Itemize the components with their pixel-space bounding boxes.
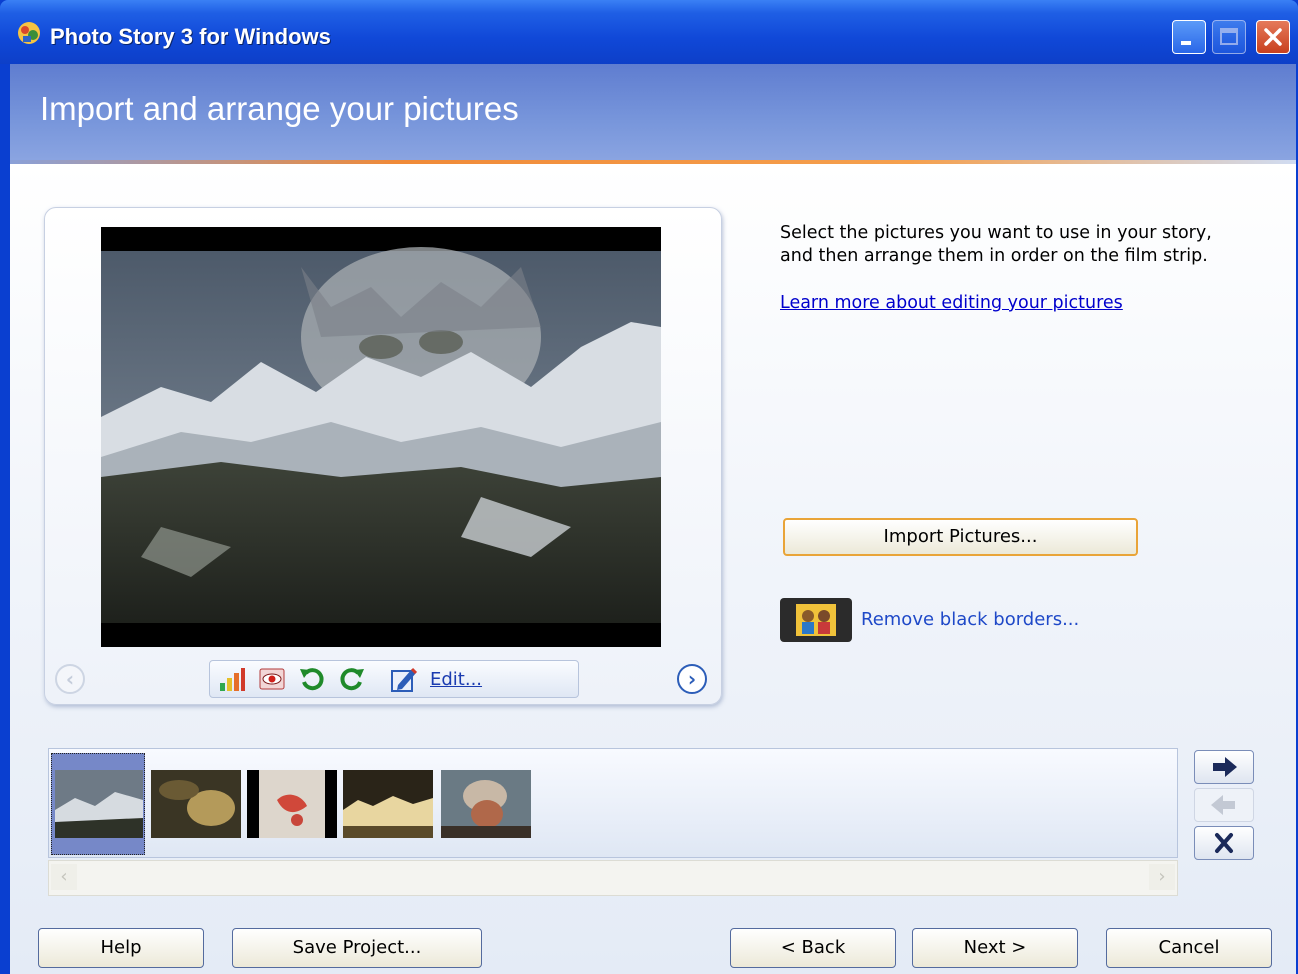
maximize-button[interactable]: [1212, 20, 1246, 54]
remove-black-borders-link[interactable]: Remove black borders...: [861, 609, 1079, 630]
red-eye-icon[interactable]: [258, 665, 286, 693]
auto-correct-icon[interactable]: [218, 665, 246, 693]
close-icon: [1264, 28, 1282, 46]
rotate-right-icon[interactable]: [338, 665, 366, 693]
scroll-left-icon[interactable]: ‹: [51, 864, 77, 890]
page-header: Import and arrange your pictures: [10, 64, 1296, 160]
thumbnail-red-paint-on-rock[interactable]: [247, 770, 337, 838]
photo-story-app-icon: [18, 22, 40, 44]
arrow-right-icon: [1213, 757, 1237, 777]
page-title: Import and arrange your pictures: [40, 90, 519, 127]
window-title: Photo Story 3 for Windows: [50, 24, 331, 49]
preview-image: [101, 227, 661, 647]
save-project-button[interactable]: Save Project...: [232, 928, 482, 968]
film-strip-scrollbar[interactable]: ‹ ›: [48, 860, 1178, 896]
back-button[interactable]: < Back: [730, 928, 896, 968]
chevron-right-icon: ›: [687, 667, 697, 691]
learn-more-link[interactable]: Learn more about editing your pictures: [780, 293, 1123, 313]
title-bar[interactable]: Photo Story 3 for Windows: [0, 0, 1298, 64]
wizard-content: Import and arrange your pictures ‹ Edit.…: [10, 64, 1296, 974]
minimize-button[interactable]: [1172, 20, 1206, 54]
next-picture-button[interactable]: ›: [677, 664, 707, 694]
thumbnail-ruins-landscape[interactable]: [343, 770, 433, 838]
help-button[interactable]: Help: [38, 928, 204, 968]
move-picture-right-button[interactable]: [1194, 750, 1254, 784]
thumbnail-traveler-portrait[interactable]: [441, 770, 531, 838]
cancel-button[interactable]: Cancel: [1106, 928, 1272, 968]
arrow-left-icon: [1211, 795, 1235, 815]
move-picture-left-button[interactable]: [1194, 788, 1254, 822]
previous-picture-button[interactable]: ‹: [55, 664, 85, 694]
import-pictures-button[interactable]: Import Pictures...: [783, 518, 1138, 556]
app-window: Photo Story 3 for Windows Import and arr…: [0, 0, 1298, 974]
next-button[interactable]: Next >: [912, 928, 1078, 968]
edit-icon[interactable]: [390, 665, 418, 693]
picture-viewer: ‹ Edit... ›: [44, 207, 722, 705]
close-button[interactable]: [1256, 20, 1290, 54]
instruction-text: Select the pictures you want to use in y…: [780, 223, 1212, 266]
minimize-icon: [1181, 41, 1191, 45]
maximize-icon: [1220, 28, 1238, 45]
film-strip: [48, 748, 1178, 858]
rotate-left-icon[interactable]: [298, 665, 326, 693]
remove-borders-icon[interactable]: [780, 598, 852, 642]
remove-picture-button[interactable]: [1194, 826, 1254, 860]
chevron-left-icon: ‹: [65, 667, 75, 691]
thumbnail-rock-detail[interactable]: [151, 770, 241, 838]
x-icon: [1215, 833, 1233, 853]
thumbnail-snow-leopard-mountains[interactable]: [55, 770, 143, 838]
scroll-right-icon[interactable]: ›: [1149, 864, 1175, 890]
picture-tools-toolbar: Edit...: [209, 660, 579, 698]
edit-link[interactable]: Edit...: [430, 669, 482, 690]
